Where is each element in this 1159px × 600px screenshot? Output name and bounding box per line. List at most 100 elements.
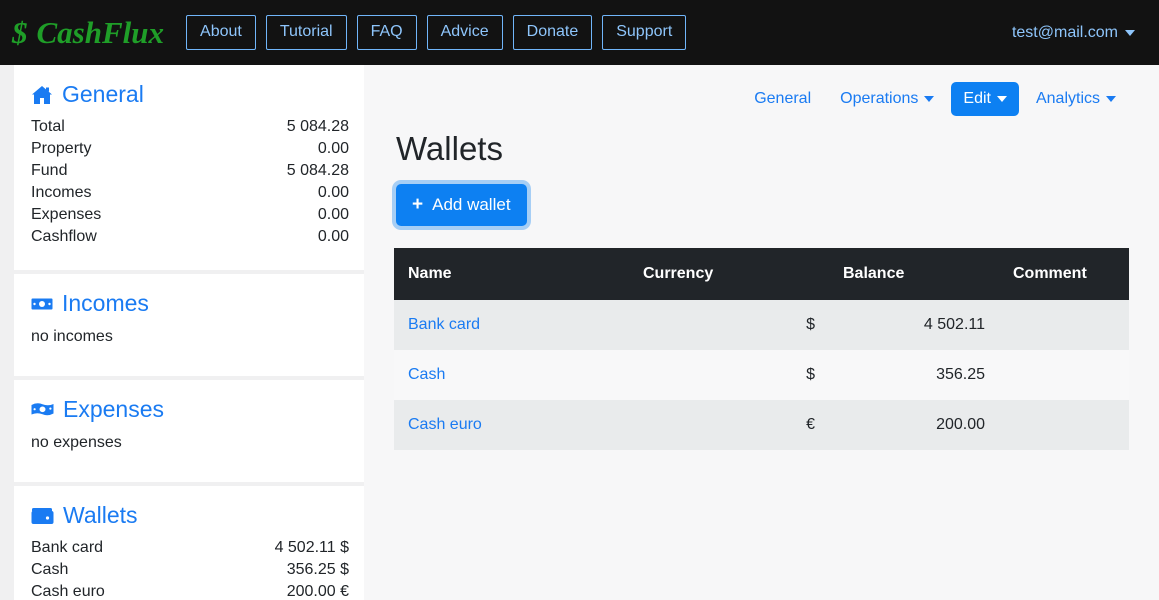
incomes-empty-text: no incomes xyxy=(31,328,113,345)
money-bill-wave-icon xyxy=(31,402,54,417)
sidebar-general-label: General xyxy=(62,81,144,107)
wallets-row-cash: Cash 356.25 $ xyxy=(29,559,349,581)
sidebar-incomes-label: Incomes xyxy=(62,290,149,316)
cell-balance: 4 502.11 xyxy=(923,316,985,333)
table-body: Bank card $ 4 502.11 Cash $ 356.25 Cash … xyxy=(394,300,1129,450)
column-header-name: Name xyxy=(394,248,629,300)
wallet-link-bank-card[interactable]: Bank card xyxy=(408,316,480,333)
row-value: 5 084.28 xyxy=(286,162,349,179)
chevron-down-icon xyxy=(924,96,935,102)
general-row-fund: Fund 5 084.28 xyxy=(29,160,349,182)
wallet-icon xyxy=(31,507,54,525)
add-wallet-button[interactable]: + Add wallet xyxy=(396,184,527,226)
row-label: Cash euro xyxy=(31,583,105,600)
home-icon xyxy=(31,85,53,105)
column-header-currency: Currency xyxy=(629,248,829,300)
tab-general[interactable]: General xyxy=(742,82,823,116)
cell-currency: $ xyxy=(806,366,815,383)
row-value: 4 502.11 $ xyxy=(274,539,349,556)
add-wallet-label: Add wallet xyxy=(432,195,511,214)
tab-analytics[interactable]: Analytics xyxy=(1024,82,1128,116)
nav-button-about[interactable]: About xyxy=(186,15,256,50)
cell-balance: 200.00 xyxy=(936,416,985,433)
table-row: Cash euro € 200.00 xyxy=(394,400,1129,450)
row-label: Cashflow xyxy=(31,228,97,245)
top-navbar: $ CashFlux About Tutorial FAQ Advice Don… xyxy=(0,0,1159,65)
nav-button-faq[interactable]: FAQ xyxy=(356,15,417,50)
wallet-link-cash[interactable]: Cash xyxy=(408,366,445,383)
wallets-table: Name Currency Balance Comment Bank card … xyxy=(394,248,1129,450)
table-header-row: Name Currency Balance Comment xyxy=(394,248,1129,300)
cell-comment xyxy=(999,400,1129,450)
cell-currency: € xyxy=(806,416,815,433)
column-header-comment: Comment xyxy=(999,248,1129,300)
sidebar-wallets-title[interactable]: Wallets xyxy=(31,502,349,529)
wallets-row-bank-card: Bank card 4 502.11 $ xyxy=(29,537,349,559)
row-label: Expenses xyxy=(31,206,102,223)
tab-edit[interactable]: Edit xyxy=(951,82,1019,116)
brand-name: CashFlux xyxy=(36,14,165,50)
brand-logo[interactable]: $ CashFlux xyxy=(12,15,164,51)
nav-button-donate[interactable]: Donate xyxy=(512,15,593,50)
general-row-incomes: Incomes 0.00 xyxy=(29,182,349,204)
table-row: Bank card $ 4 502.11 xyxy=(394,300,1129,350)
general-row-expenses: Expenses 0.00 xyxy=(29,204,349,226)
row-label: Total xyxy=(31,118,65,135)
sidebar-card-incomes: Incomes no incomes xyxy=(14,274,364,376)
tab-operations[interactable]: Operations xyxy=(828,82,946,116)
general-row-total: Total 5 084.28 xyxy=(29,116,349,138)
wallet-link-cash-euro[interactable]: Cash euro xyxy=(408,416,482,433)
chevron-down-icon xyxy=(1106,96,1116,102)
cell-name: Cash xyxy=(394,350,629,400)
row-value: 356.25 $ xyxy=(286,561,349,578)
row-label: Fund xyxy=(31,162,68,179)
tab-general-label: General xyxy=(754,90,812,107)
navbar-links: About Tutorial FAQ Advice Donate Support xyxy=(186,15,687,50)
sidebar-wallets-label: Wallets xyxy=(63,502,138,528)
chevron-down-icon xyxy=(1125,29,1135,36)
cell-name: Bank card xyxy=(394,300,629,350)
nav-button-support[interactable]: Support xyxy=(602,15,687,50)
row-value: 5 084.28 xyxy=(286,118,349,135)
page-title: Wallets xyxy=(396,130,503,167)
wallets-row-cash-euro: Cash euro 200.00 € xyxy=(29,581,349,600)
chevron-down-icon xyxy=(996,96,1007,102)
cell-currency: $ xyxy=(806,316,815,333)
row-value: 0.00 xyxy=(317,140,349,157)
tab-operations-label: Operations xyxy=(840,90,919,107)
row-label: Incomes xyxy=(31,184,92,201)
account-menu[interactable]: test@mail.com xyxy=(1012,24,1143,42)
row-value: 200.00 € xyxy=(286,583,349,600)
sidebar-expenses-label: Expenses xyxy=(63,396,165,422)
row-value: 0.00 xyxy=(317,206,349,223)
sidebar-card-general: General Total 5 084.28 Property 0.00 Fun… xyxy=(14,65,364,270)
row-label: Cash xyxy=(31,561,69,578)
table-row: Cash $ 356.25 xyxy=(394,350,1129,400)
row-label: Property xyxy=(31,140,92,157)
row-label: Bank card xyxy=(31,539,104,556)
sidebar-general-title[interactable]: General xyxy=(31,81,349,108)
section-navbar: General Operations Edit Analytics xyxy=(394,82,1128,116)
cell-name: Cash euro xyxy=(394,400,629,450)
sidebar-incomes-title[interactable]: Incomes xyxy=(31,290,349,317)
nav-button-tutorial[interactable]: Tutorial xyxy=(265,15,347,50)
tab-edit-label: Edit xyxy=(963,90,991,107)
dollar-icon: $ xyxy=(12,14,28,50)
sidebar-expenses-title[interactable]: Expenses xyxy=(31,396,349,423)
plus-icon: + xyxy=(412,193,424,215)
cell-comment xyxy=(999,350,1129,400)
main-content: General Operations Edit Analytics Wallet… xyxy=(364,65,1159,600)
expenses-empty-text: no expenses xyxy=(31,434,122,451)
money-bill-icon xyxy=(31,297,53,311)
table-head: Name Currency Balance Comment xyxy=(394,248,1129,300)
row-value: 0.00 xyxy=(317,184,349,201)
general-row-property: Property 0.00 xyxy=(29,138,349,160)
sidebar-card-expenses: Expenses no expenses xyxy=(14,380,364,482)
cell-balance: 356.25 xyxy=(936,366,985,383)
sidebar: General Total 5 084.28 Property 0.00 Fun… xyxy=(0,65,364,600)
account-email: test@mail.com xyxy=(1011,23,1118,41)
tab-analytics-label: Analytics xyxy=(1035,90,1100,107)
cell-comment xyxy=(999,300,1129,350)
nav-button-advice[interactable]: Advice xyxy=(426,15,503,50)
general-row-cashflow: Cashflow 0.00 xyxy=(29,226,349,248)
